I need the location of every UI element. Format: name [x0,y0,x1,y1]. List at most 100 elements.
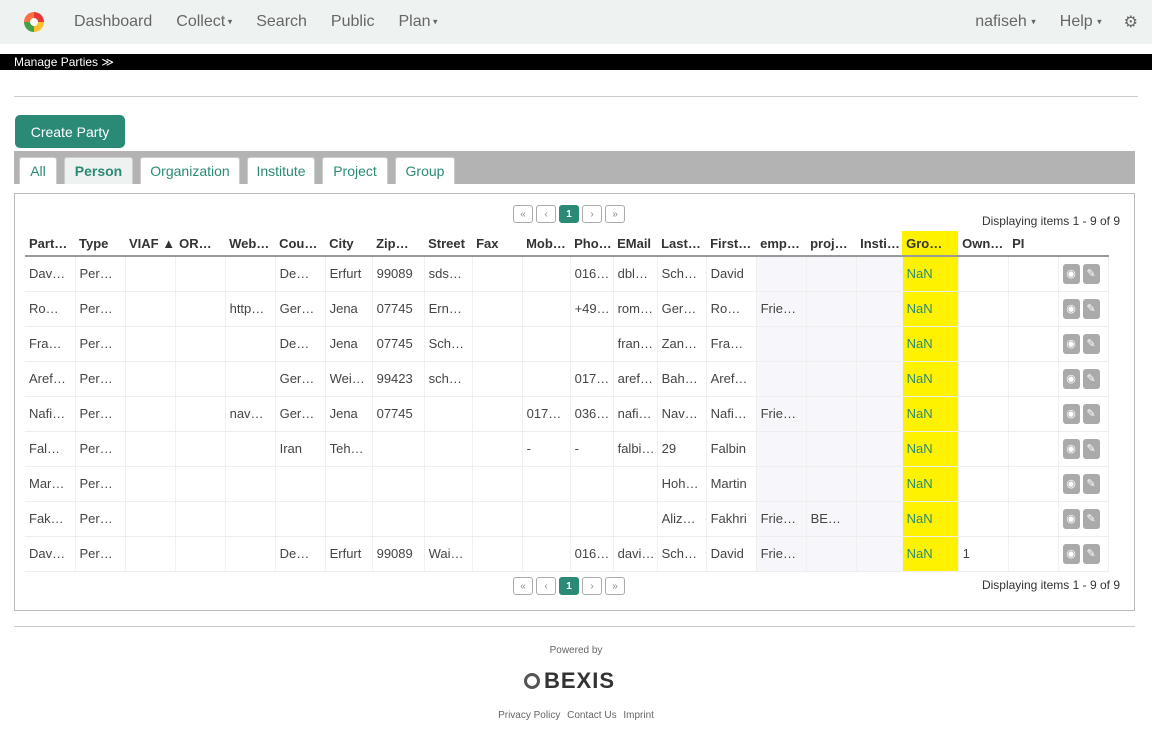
pencil-icon[interactable]: ✎ [1082,508,1100,529]
bexis-brand: BEXIS [544,668,616,693]
column-header[interactable]: Zip… [372,231,425,257]
eye-icon[interactable]: ◉ [1062,508,1080,529]
pager-bottom: « ‹ 1 › » [513,577,625,595]
column-header[interactable]: Part… [25,231,75,257]
gear-icon[interactable]: ⚙ [1124,12,1138,32]
column-header[interactable]: OR… [175,231,226,257]
table-row[interactable]: Fra… Per… De… Jena 07745 Sch… fran… Zan… Fra… NaN… [25,326,1109,362]
manage-parties-menu[interactable]: Manage Parties ≫ [0,54,1152,70]
column-header[interactable]: Type [75,231,125,257]
pencil-icon[interactable]: ✎ [1082,438,1100,459]
column-header[interactable]: Own… [958,231,1009,257]
column-header[interactable]: Insti… [856,231,903,257]
tab-institute[interactable]: Institute [247,157,315,184]
column-header[interactable]: VIAF ▲ [125,231,176,257]
table-row[interactable]: Ro… Per… http… Ger… Jena 07745 Ern… +49… rom… Ger… [25,291,1109,327]
tab-organization[interactable]: Organization [140,157,240,184]
nav-item-plan[interactable]: Plan ▾ [399,13,438,31]
column-header[interactable]: City [325,231,373,257]
table-row[interactable]: Mar… Per… Hoh… Martin NaN ◉ ✎ [25,466,1109,502]
eye-icon[interactable]: ◉ [1062,298,1080,319]
table-cell: NaN [902,536,959,572]
table-cell [1008,291,1059,327]
pager-last-button[interactable]: » [605,205,625,223]
pencil-icon[interactable]: ✎ [1082,368,1100,389]
privacy-policy-link[interactable]: Privacy Policy [498,710,560,721]
pager-page-1[interactable]: 1 [559,577,579,595]
column-header[interactable]: Mob… [522,231,571,257]
table-row[interactable]: Nafi… Per… nav… Ger… Jena 07745 017… 036… nafi… N… [25,396,1109,432]
column-header[interactable]: Street [424,231,473,257]
tab-person[interactable]: Person [64,157,133,184]
table-cell [958,361,1009,397]
pager-prev-button[interactable]: ‹ [536,205,556,223]
table-cell: Nafi… [25,396,76,432]
user-menu[interactable]: nafiseh ▾ [975,13,1036,31]
pager-page-1[interactable]: 1 [559,205,579,223]
tab-group[interactable]: Group [395,157,455,184]
pager-last-button[interactable]: » [605,577,625,595]
column-header[interactable]: Pho… [570,231,614,257]
table-cell [856,291,903,327]
table-row[interactable]: Dav… Per… De… Erfurt 99089 sds… 016… dbl… Sch… Da… [25,256,1109,292]
pager-first-button[interactable]: « [513,577,533,595]
pager-prev-button[interactable]: ‹ [536,577,556,595]
table-cell: NaN [902,396,959,432]
pencil-icon[interactable]: ✎ [1082,333,1100,354]
table-header: Part… Type VIAF ▲ OR… Web… Cou… City Zip… Street… [25,231,1109,257]
help-menu[interactable]: Help ▾ [1060,13,1102,31]
table-cell [175,431,226,467]
column-header[interactable]: Fax [472,231,523,257]
column-header[interactable] [1058,231,1109,257]
column-header[interactable]: Cou… [275,231,326,257]
table-cell: nafi… [613,396,658,432]
nav-item-dashboard[interactable]: Dashboard [74,13,152,31]
column-header[interactable]: PI [1008,231,1059,257]
app-logo-icon[interactable] [24,12,44,32]
nav-item-label: Search [256,13,307,30]
table-row[interactable]: Dav… Per… De… Erfurt 99089 Wai… 016… davi… Sch… D… [25,536,1109,572]
column-header[interactable]: EMail [613,231,658,257]
table-cell: Fra… [706,326,757,362]
column-header[interactable]: Web… [225,231,276,257]
eye-icon[interactable]: ◉ [1062,543,1080,564]
row-actions: ◉ ✎ [1058,501,1109,537]
nav-item-collect[interactable]: Collect ▾ [176,13,232,31]
eye-icon[interactable]: ◉ [1062,333,1080,354]
pager-next-button[interactable]: › [582,205,602,223]
pencil-icon[interactable]: ✎ [1082,263,1100,284]
table-cell: aref… [613,361,658,397]
column-header[interactable]: Gro… [902,231,959,257]
eye-icon[interactable]: ◉ [1062,473,1080,494]
table-cell: - [570,431,614,467]
table-cell: Mar… [25,466,76,502]
pager-next-button[interactable]: › [582,577,602,595]
table-cell [275,466,326,502]
table-row[interactable]: Aref… Per… Ger… Wei… 99423 sch… 017… aref… Bah… A… [25,361,1109,397]
nav-item-label: Public [330,13,375,30]
table-row[interactable]: Fak… Per… Aliz… Fakhri Frie… BE… NaN ◉ ✎ [25,501,1109,537]
table-cell [958,466,1009,502]
eye-icon[interactable]: ◉ [1062,403,1080,424]
tab-project[interactable]: Project [322,157,388,184]
pencil-icon[interactable]: ✎ [1082,298,1100,319]
column-header[interactable]: proj… [806,231,857,257]
nav-item-public[interactable]: Public [331,13,375,31]
create-party-button[interactable]: Create Party [15,115,125,148]
pencil-icon[interactable]: ✎ [1082,403,1100,424]
eye-icon[interactable]: ◉ [1062,368,1080,389]
eye-icon[interactable]: ◉ [1062,263,1080,284]
eye-icon[interactable]: ◉ [1062,438,1080,459]
pencil-icon[interactable]: ✎ [1082,543,1100,564]
column-header[interactable]: Last… [657,231,707,257]
table-row[interactable]: Fal… Per… Iran Teh… - - falbi… 29 Falbin NaN ◉ ✎ [25,431,1109,467]
nav-item-search[interactable]: Search [256,13,307,31]
column-header[interactable]: emp… [756,231,807,257]
table-cell: NaN [902,291,959,327]
tab-all[interactable]: All [19,157,57,184]
imprint-link[interactable]: Imprint [623,710,654,721]
pencil-icon[interactable]: ✎ [1082,473,1100,494]
pager-first-button[interactable]: « [513,205,533,223]
contact-us-link[interactable]: Contact Us [567,710,616,721]
column-header[interactable]: First… [706,231,757,257]
